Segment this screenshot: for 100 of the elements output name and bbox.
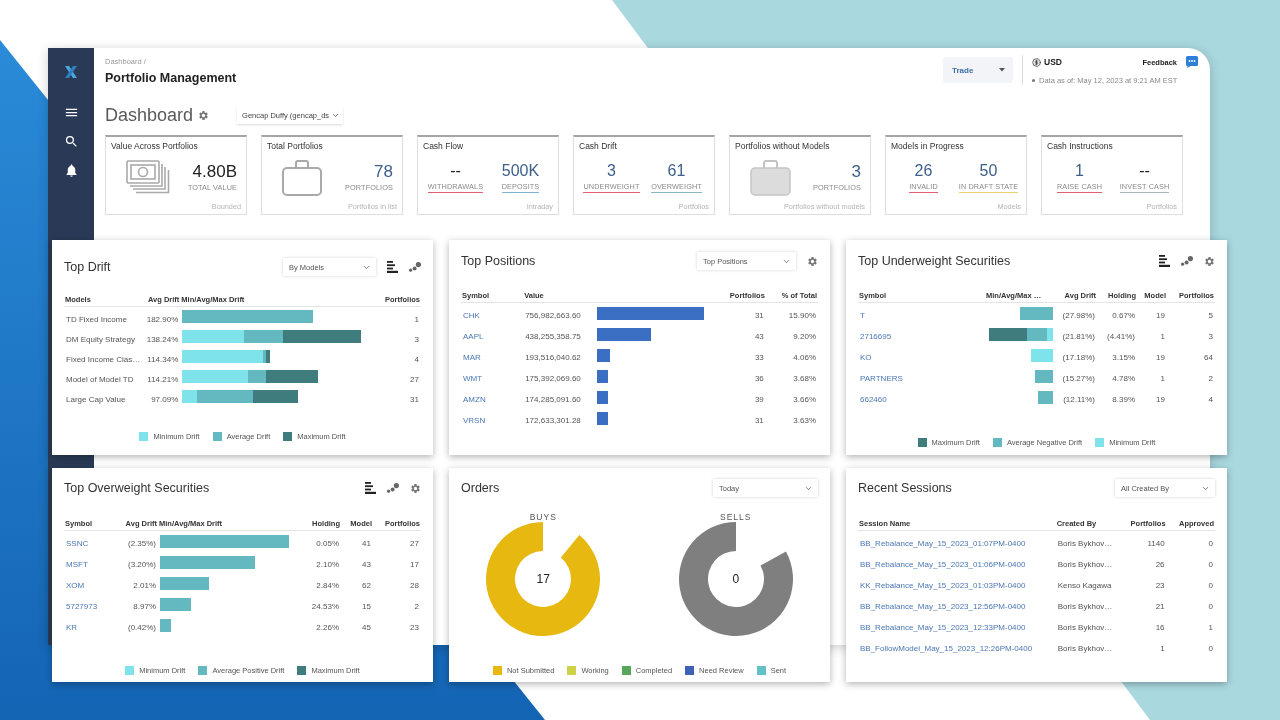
percent-value: 3.66% [793, 395, 816, 404]
symbol-link[interactable]: KR [66, 623, 78, 632]
symbol-link[interactable]: XOM [66, 581, 85, 590]
metric-value[interactable]: 61 [667, 161, 686, 180]
model-count: 15 [362, 602, 371, 611]
gear-icon[interactable] [198, 109, 210, 121]
panel-title: Top Positions [461, 254, 536, 268]
holding-value: 3.15% [1112, 353, 1135, 362]
session-link[interactable]: BB_Rebalance_May_15_2023_12:33PM-0400 [860, 623, 1026, 632]
portfolio-count: 1 [414, 314, 419, 324]
drift-value: 138.24% [146, 334, 179, 344]
portfolio-count: 43 [754, 332, 764, 341]
session-link[interactable]: KK_Rebalance_May_15_2023_01:03PM-0400 [860, 581, 1026, 590]
symbol-link[interactable]: PARTNERS [860, 374, 903, 383]
symbol-link[interactable]: MAR [463, 353, 481, 362]
drift-value: (3.20%) [128, 560, 156, 569]
portfolio-count: 17 [410, 560, 419, 569]
drift-value: 97.09% [151, 394, 179, 404]
drift-value: 114.34% [147, 354, 179, 364]
metric-value: -- [1139, 161, 1150, 180]
card-title: Total Portfolios [267, 141, 323, 152]
symbol-link[interactable]: 2716695 [860, 332, 892, 341]
portfolio-count: 39 [754, 395, 764, 404]
metric-value: -- [450, 161, 461, 180]
metric-value[interactable]: 500K [501, 161, 540, 180]
symbol-link[interactable]: WMT [463, 374, 483, 383]
model-name: Large Cap Value [66, 394, 126, 404]
scatter-plot-icon[interactable] [387, 483, 399, 493]
portfolio-count: 23 [1155, 581, 1165, 590]
session-link[interactable]: BB_Rebalance_May_15_2023_12:56PM-0400 [860, 602, 1026, 611]
metric-value[interactable]: 3 [607, 161, 616, 180]
session-link[interactable]: BB_Rebalance_May_15_2023_01:06PM-0400 [860, 560, 1026, 569]
drift-value: (17.18%) [1062, 353, 1095, 362]
portfolio-count: 23 [410, 623, 419, 632]
session-link[interactable]: BB_FollowModel_May_15_2023_12:26PM-0400 [860, 644, 1033, 653]
portfolio-count: 31 [754, 311, 764, 321]
model-count: 19 [1156, 311, 1165, 321]
scatter-plot-icon[interactable] [1181, 256, 1193, 266]
card-title: Cash Drift [579, 141, 617, 152]
donut-label: SELLS [720, 512, 752, 522]
symbol-link[interactable]: CHK [463, 311, 480, 321]
creator-name: Boris Bykhov… [1057, 539, 1113, 549]
portfolio-count: 5 [1208, 311, 1213, 321]
metric-value[interactable]: 50 [979, 161, 998, 180]
session-link[interactable]: BB_Rebalance_May_15_2023_01:07PM-0400 [860, 539, 1026, 549]
model-count: 19 [1156, 353, 1165, 362]
holding-value: 24.53% [311, 602, 339, 611]
holding-value: 8.39% [1112, 395, 1135, 404]
metric-value[interactable]: 26 [914, 161, 933, 180]
gear-icon[interactable] [807, 255, 818, 267]
symbol-link[interactable]: AMZN [463, 395, 486, 404]
symbol-link[interactable]: T [860, 311, 865, 321]
dot-icon [1032, 78, 1035, 82]
symbol-link[interactable]: MSFT [66, 560, 88, 569]
drift-value: (27.98%) [1062, 311, 1095, 321]
card-title: Cash Instructions [1047, 141, 1113, 152]
page-title: Portfolio Management [105, 72, 237, 85]
portfolio-count: 27 [410, 374, 419, 384]
position-value: 756,982,663.60 [525, 311, 581, 321]
percent-value: 3.63% [793, 416, 816, 425]
portfolio-count: 4 [1208, 395, 1213, 404]
model-name: DM Equity Strategy [66, 334, 135, 344]
model-count: 45 [362, 623, 371, 632]
symbol-link[interactable]: 662460 [860, 395, 887, 404]
drift-value: (0.42%) [128, 623, 156, 632]
chat-icon[interactable] [1186, 56, 1198, 68]
symbol-link[interactable]: 5727973 [66, 602, 98, 611]
portfolio-count: 28 [410, 581, 419, 590]
bar-chart-icon[interactable] [387, 261, 398, 273]
logo-icon[interactable] [64, 65, 78, 79]
symbol-link[interactable]: AAPL [463, 332, 484, 341]
gear-icon[interactable] [1204, 255, 1215, 267]
approved-count: 0 [1208, 602, 1213, 611]
scatter-plot-icon[interactable] [409, 262, 421, 272]
mode-select[interactable]: Trade [943, 57, 1013, 83]
model-name: Fixed Income Clas… [66, 354, 141, 364]
model-count: 43 [362, 560, 371, 569]
holding-value: 2.26% [316, 623, 339, 632]
symbol-link[interactable]: VRSN [463, 416, 486, 425]
model-count: 1 [1160, 374, 1165, 383]
metric-value[interactable]: 3 [851, 161, 861, 181]
gear-icon[interactable] [410, 482, 421, 494]
search-icon[interactable] [63, 134, 79, 149]
metric-value[interactable]: 1 [1075, 161, 1084, 180]
symbol-link[interactable]: KO [860, 353, 872, 362]
bar-chart-icon[interactable] [1159, 255, 1170, 267]
percent-value: 4.06% [793, 353, 816, 362]
drift-value: 114.21% [147, 374, 179, 384]
drift-value: (12.11%) [1063, 395, 1095, 404]
portfolio-count: 3 [414, 334, 419, 344]
bar-chart-icon[interactable] [365, 482, 376, 494]
portfolio-count: 64 [1204, 353, 1213, 362]
order-total: 0 [732, 572, 740, 586]
symbol-link[interactable]: SSNC [66, 539, 89, 549]
portfolio-count: 31 [410, 394, 419, 404]
portfolio-count: 33 [754, 353, 764, 362]
metric-value[interactable]: 78 [374, 161, 393, 181]
panel-title: Orders [461, 481, 500, 495]
portfolio-count: 1140 [1147, 539, 1165, 549]
portfolio-count: 2 [1208, 374, 1213, 383]
